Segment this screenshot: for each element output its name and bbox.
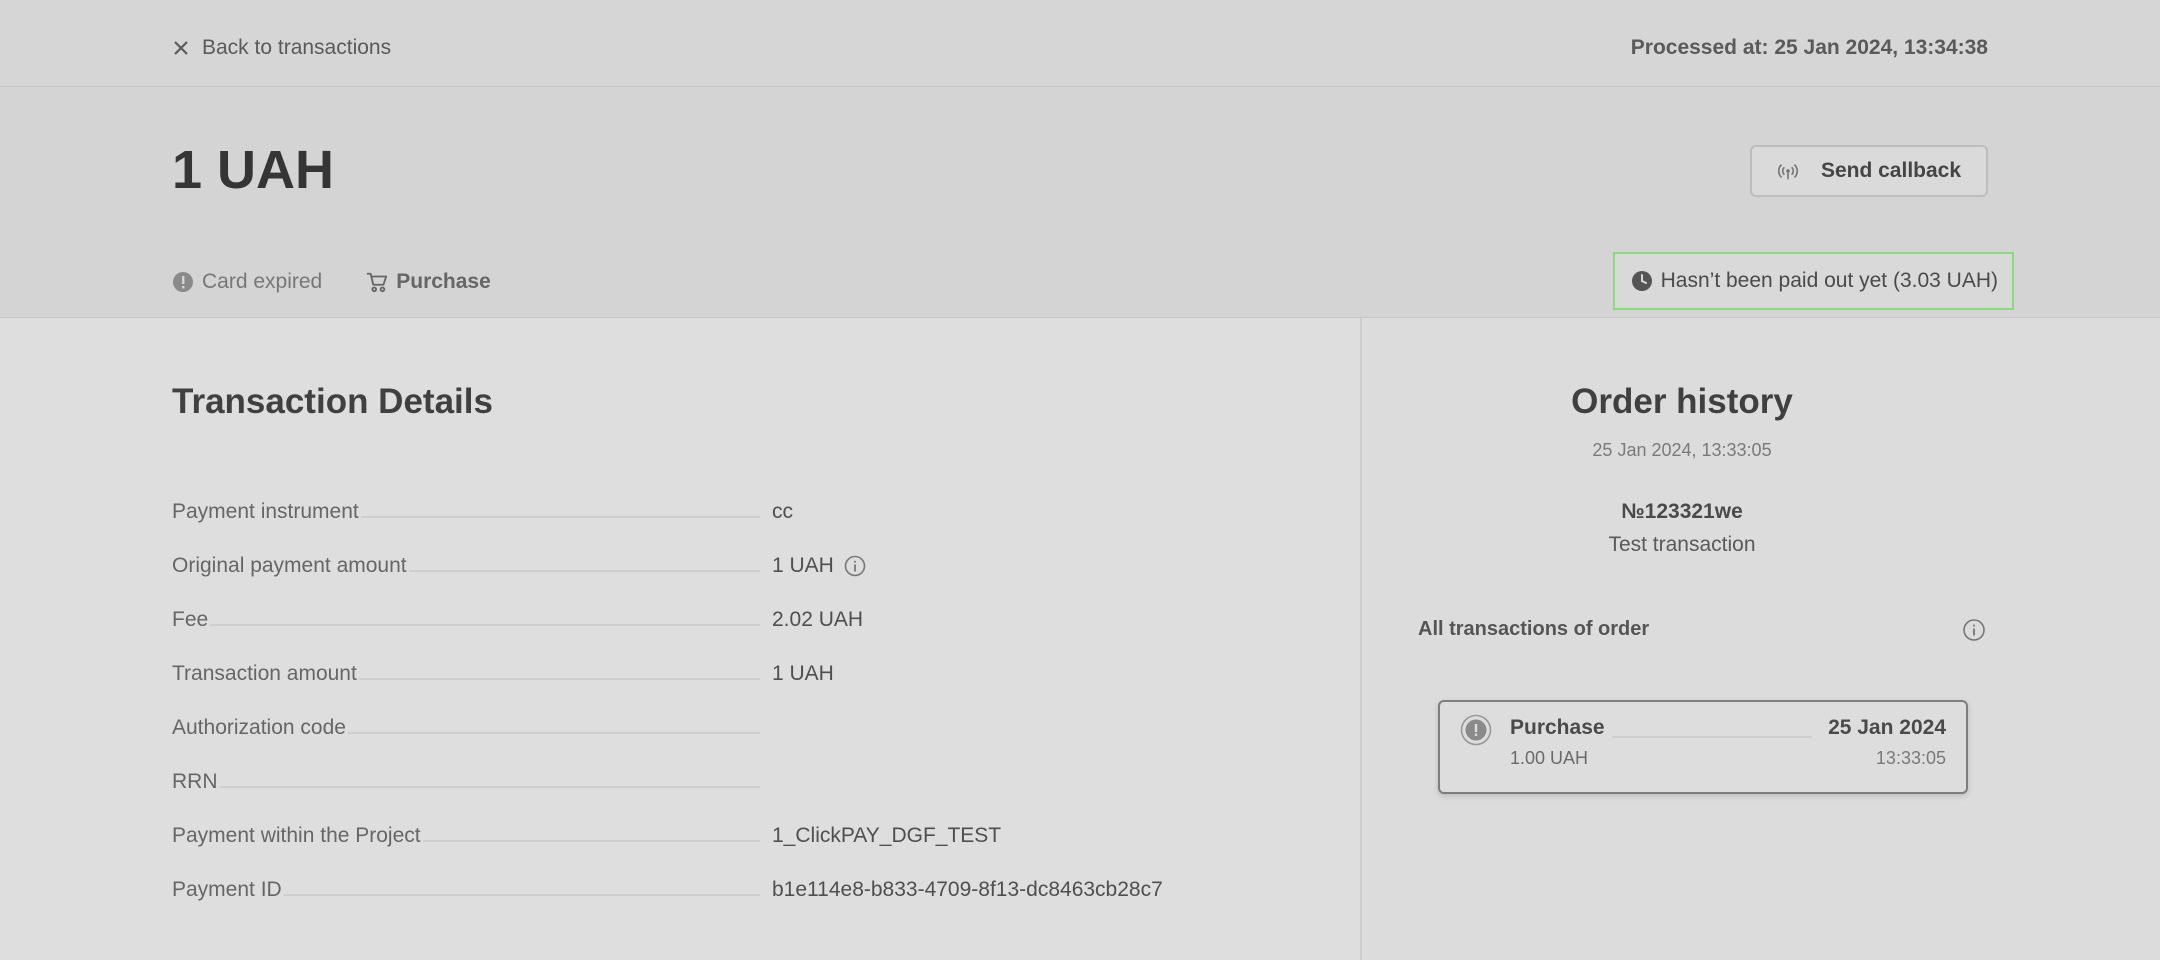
leader-line: [283, 894, 760, 896]
all-transactions-label: All transactions of order: [1418, 618, 1650, 640]
payout-status-badge: Hasn’t been paid out yet (3.03 UAH): [1612, 252, 2014, 310]
details-row-label: Payment instrument: [172, 500, 359, 523]
processed-at: Processed at: 25 Jan 2024, 13:34:38: [1630, 36, 1988, 59]
details-row-label: Payment within the Project: [172, 824, 421, 847]
order-transaction-card[interactable]: Purchase 25 Jan 2024 1.00 UAH 13:33:05: [1438, 700, 1968, 794]
transaction-type-badge: Purchase: [366, 270, 491, 294]
close-icon: [174, 41, 188, 55]
transaction-card-amount: 1.00 UAH: [1510, 748, 1589, 768]
transaction-tags: Card expired Purchase: [172, 270, 491, 294]
send-callback-button[interactable]: Send callback: [1750, 145, 1988, 197]
details-list: Payment instrument cc Original payment a…: [172, 470, 1272, 902]
back-to-transactions-link[interactable]: Back to transactions: [172, 36, 391, 60]
details-row-authorization-code: Authorization code: [172, 686, 1272, 740]
transaction-details-title: Transaction Details: [172, 382, 493, 421]
status-badge-label: Card expired: [202, 270, 323, 293]
details-row-project: Payment within the Project 1_ClickPAY_DG…: [172, 794, 1272, 848]
details-row-transaction-amount: Transaction amount 1 UAH: [172, 632, 1272, 686]
value-text: 1 UAH: [772, 554, 834, 577]
value-text: b1e114e8-b833-4709-8f13-dc8463cb28c7: [772, 878, 1163, 901]
leader-line: [358, 678, 760, 680]
transaction-type-label: Purchase: [396, 270, 491, 293]
details-row-label: Transaction amount: [172, 662, 357, 685]
transaction-details-panel: Transaction Details Payment instrument c…: [0, 318, 1360, 960]
transaction-card-time: 13:33:05: [1875, 748, 1946, 768]
details-row-payment-id: Payment ID b1e114e8-b833-4709-8f13-dc846…: [172, 848, 1272, 902]
back-link-label: Back to transactions: [202, 36, 392, 59]
details-row-value: b1e114e8-b833-4709-8f13-dc8463cb28c7: [772, 878, 1163, 902]
leader-line: [210, 624, 760, 626]
exclamation-icon: [1460, 714, 1492, 746]
order-description: Test transaction: [1608, 533, 1756, 556]
details-row-label: Fee: [172, 608, 209, 631]
leader-line: [422, 840, 760, 842]
details-row-label: Payment ID: [172, 878, 282, 901]
details-row-value: 1_ClickPAY_DGF_TEST: [772, 824, 1001, 848]
order-history-date: 25 Jan 2024, 13:33:05: [1592, 440, 1772, 460]
status-badge: Card expired: [172, 270, 322, 294]
leader-line: [347, 732, 760, 734]
details-row-payment-instrument: Payment instrument cc: [172, 470, 1272, 524]
transaction-card-type: Purchase: [1510, 716, 1605, 739]
value-text: 2.02 UAH: [772, 608, 864, 631]
transaction-amount-title: 1 UAH: [172, 140, 335, 200]
leader-line: [408, 570, 760, 572]
value-text: 1 UAH: [772, 662, 834, 685]
broadcast-icon: [1777, 163, 1799, 180]
payout-status-label: Hasn’t been paid out yet (3.03 UAH): [1660, 269, 1998, 292]
details-row-label: Authorization code: [172, 716, 346, 739]
top-bar: Back to transactions Processed at: 25 Ja…: [0, 0, 2160, 87]
value-text: cc: [772, 500, 793, 523]
leader-line: [360, 516, 760, 518]
transaction-header: 1 UAH Send callback Card expired Purchas: [0, 87, 2160, 318]
order-number: №123321we: [1621, 500, 1743, 523]
details-row-value: cc: [772, 500, 793, 524]
info-icon[interactable]: [844, 555, 866, 577]
clock-icon: [1631, 271, 1652, 291]
cart-icon: [367, 272, 388, 293]
details-row-value: 1 UAH: [772, 554, 866, 578]
details-row-rrn: RRN: [172, 740, 1272, 794]
details-row-value: 1 UAH: [772, 662, 834, 686]
leader-line: [1612, 736, 1812, 738]
order-history-panel: Order history 25 Jan 2024, 13:33:05 №123…: [1360, 318, 2160, 960]
send-callback-label: Send callback: [1820, 159, 1962, 182]
details-row-value: 2.02 UAH: [772, 608, 863, 632]
order-history-title: Order history: [1571, 382, 1793, 421]
value-text: 1_ClickPAY_DGF_TEST: [772, 824, 1002, 847]
exclamation-icon: [173, 272, 193, 292]
details-row-label: Original payment amount: [172, 554, 407, 577]
info-icon[interactable]: [1962, 618, 1986, 642]
details-row-fee: Fee 2.02 UAH: [172, 578, 1272, 632]
transaction-card-date: 25 Jan 2024: [1828, 716, 1946, 739]
leader-line: [219, 786, 760, 788]
details-row-label: RRN: [172, 770, 218, 793]
details-row-original-amount: Original payment amount 1 UAH: [172, 524, 1272, 578]
